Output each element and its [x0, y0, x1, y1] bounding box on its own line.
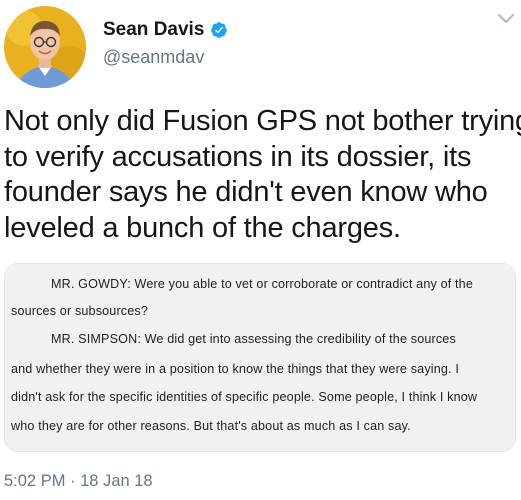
transcript-line: didn't ask for the specific identities o…	[11, 390, 478, 404]
tweet-text: Not only did Fusion GPS not bother tryin…	[4, 104, 521, 246]
transcript-line: MR. SIMPSON: We did get into assessing t…	[51, 332, 456, 346]
tweet-media-image[interactable]: MR. GOWDY: Were you able to vet or corro…	[4, 263, 516, 452]
transcript-line: MR. GOWDY: Were you able to vet or corro…	[51, 277, 473, 291]
author-handle[interactable]: @seanmdav	[103, 47, 204, 68]
transcript-line: who they are for other reasons. But that…	[11, 419, 411, 433]
tweet-text-line: founder says he didn't even know who	[4, 176, 488, 208]
author-display-name[interactable]: Sean Davis	[103, 19, 204, 41]
tweet-text-line: leveled a bunch of the charges.	[4, 211, 401, 244]
tweet-timestamp[interactable]: 5:02 PM · 18 Jan 18	[4, 472, 153, 491]
avatar[interactable]	[4, 6, 86, 88]
chevron-down-icon[interactable]	[497, 12, 515, 26]
avatar-image	[4, 6, 86, 88]
tweet-text-line: Not only did Fusion GPS not bother tryin…	[4, 105, 521, 137]
transcript-line: and whether they were in a position to k…	[11, 362, 459, 376]
tweet-text-line: to verify accusations in its dossier, it…	[4, 140, 472, 173]
verified-badge-icon	[211, 22, 228, 38]
transcript-line: sources or subsources?	[11, 304, 148, 318]
author-name-row[interactable]: Sean Davis	[103, 19, 228, 41]
